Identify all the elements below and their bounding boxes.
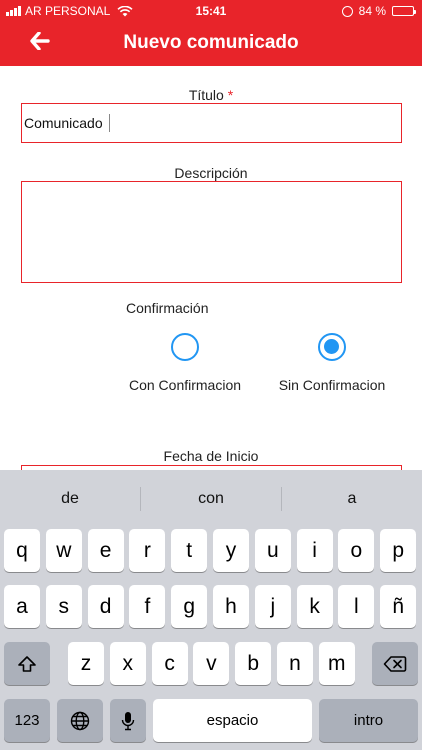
key-ñ[interactable]: ñ	[380, 585, 417, 628]
key-e[interactable]: e	[87, 529, 124, 572]
backspace-icon	[383, 655, 407, 672]
key-w[interactable]: w	[45, 529, 82, 572]
start-date-label: Fecha de Inicio	[163, 448, 259, 464]
globe-icon	[70, 711, 90, 730]
confirmation-label: Confirmación	[126, 300, 209, 316]
numbers-key[interactable]: 123	[4, 699, 50, 742]
key-t[interactable]: t	[171, 529, 208, 572]
radio-con-confirmacion[interactable]	[171, 333, 199, 361]
key-z[interactable]: z	[68, 642, 104, 685]
carrier-name: AR PERSONAL	[25, 4, 111, 18]
suggestion-item[interactable]: con	[141, 470, 281, 528]
dictation-key[interactable]	[110, 699, 146, 742]
backspace-key[interactable]	[372, 642, 418, 685]
radio-label-sin-confirmacion: Sin Confirmacion	[278, 377, 386, 393]
key-d[interactable]: d	[87, 585, 124, 628]
key-p[interactable]: p	[380, 529, 417, 572]
return-key[interactable]: intro	[319, 699, 418, 742]
title-label: Título *	[188, 87, 234, 103]
shift-key[interactable]	[4, 642, 50, 685]
key-h[interactable]: h	[213, 585, 249, 628]
key-f[interactable]: f	[129, 585, 166, 628]
suggestion-bar: de con a	[0, 470, 422, 528]
onscreen-keyboard: de con a qwertyuiop asdfghjklñ zxcvbnm 1…	[0, 470, 422, 750]
key-x[interactable]: x	[109, 642, 146, 685]
key-o[interactable]: o	[338, 529, 375, 572]
key-i[interactable]: i	[296, 529, 333, 572]
key-q[interactable]: q	[4, 529, 40, 572]
required-mark: *	[227, 87, 234, 103]
key-c[interactable]: c	[151, 642, 188, 685]
key-s[interactable]: s	[45, 585, 82, 628]
status-bar: AR PERSONAL 15:41 84 %	[0, 0, 422, 22]
key-g[interactable]: g	[171, 585, 208, 628]
key-a[interactable]: a	[4, 585, 40, 628]
battery-percent: 84 %	[358, 4, 386, 18]
radio-label-con-confirmacion: Con Confirmacion	[128, 377, 242, 393]
key-l[interactable]: l	[338, 585, 375, 628]
battery-icon	[392, 6, 416, 16]
signal-icon	[6, 6, 21, 16]
text-caret	[108, 114, 110, 132]
shift-icon	[18, 655, 36, 672]
microphone-icon	[121, 711, 135, 730]
key-n[interactable]: n	[277, 642, 313, 685]
description-label: Descripción	[174, 165, 248, 181]
page-title: Nuevo comunicado	[123, 32, 299, 53]
title-input[interactable]: Comunicado	[21, 103, 402, 143]
globe-key[interactable]	[57, 699, 103, 742]
orientation-lock-icon	[341, 5, 353, 17]
description-input[interactable]	[21, 181, 402, 283]
key-v[interactable]: v	[193, 642, 230, 685]
suggestion-item[interactable]: a	[282, 470, 422, 528]
back-button[interactable]	[28, 29, 52, 53]
key-r[interactable]: r	[129, 529, 166, 572]
radio-sin-confirmacion[interactable]	[318, 333, 346, 361]
key-k[interactable]: k	[296, 585, 333, 628]
suggestion-item[interactable]: de	[0, 470, 140, 528]
app-header: AR PERSONAL 15:41 84 % Nuevo comunicado	[0, 0, 422, 66]
key-y[interactable]: y	[213, 529, 249, 572]
title-input-value: Comunicado	[24, 115, 103, 131]
key-m[interactable]: m	[318, 642, 355, 685]
arrow-left-icon	[30, 32, 50, 50]
key-j[interactable]: j	[254, 585, 291, 628]
wifi-icon	[117, 5, 133, 16]
key-u[interactable]: u	[254, 529, 291, 572]
key-b[interactable]: b	[235, 642, 272, 685]
space-key[interactable]: espacio	[153, 699, 312, 742]
